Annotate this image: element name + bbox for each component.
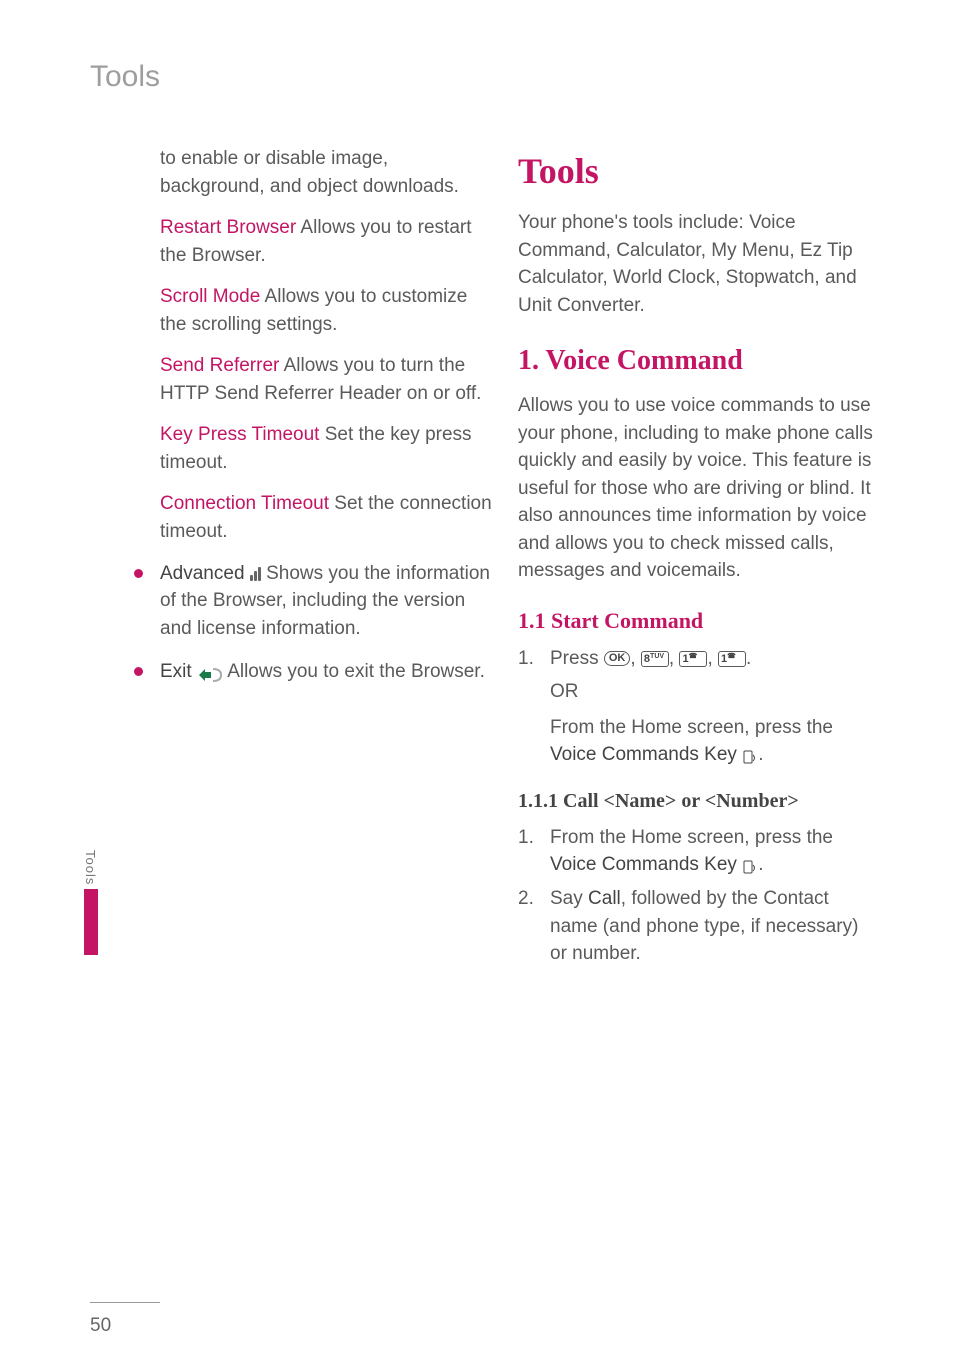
exit-arrow-icon — [197, 664, 223, 680]
voice-command-title: 1. Voice Command — [518, 341, 880, 382]
step-number: 1. — [518, 645, 534, 673]
call-name-number-title: 1.1.1 Call <Name> or <Number> — [518, 787, 880, 816]
send-referrer-label: Send Referrer — [160, 355, 279, 376]
connection-timeout-label: Connection Timeout — [160, 493, 329, 514]
intro-fragment: to enable or disable image, background, … — [160, 145, 492, 200]
s2a-text: Say — [550, 888, 588, 909]
step-number: 1. — [518, 824, 534, 852]
one-key-icon: 1☎ — [718, 651, 746, 667]
page-header: Tools — [90, 60, 160, 94]
page-number: 50 — [90, 1315, 111, 1337]
bullet-icon — [134, 667, 143, 676]
start-command-title: 1.1 Start Command — [518, 605, 880, 637]
voice-commands-key-label: Voice Commands Key — [550, 854, 742, 875]
restart-browser-label: Restart Browser — [160, 217, 296, 238]
voice-commands-key-label: Voice Commands Key — [550, 744, 742, 765]
scroll-mode-label: Scroll Mode — [160, 286, 260, 307]
tools-intro: Your phone's tools include: Voice Comman… — [518, 209, 880, 319]
press-text: Press — [550, 648, 604, 669]
one-key-icon: 1☎ — [679, 651, 707, 667]
eight-key-icon: 8TUV — [641, 651, 669, 667]
left-column: to enable or disable image, background, … — [130, 145, 492, 974]
step-1-home: 1. From the Home screen, press the Voice… — [518, 824, 880, 879]
exit-label: Exit — [160, 661, 197, 682]
voice-key-icon — [742, 857, 758, 873]
ok-key-icon: OK — [604, 651, 631, 666]
voice-command-body: Allows you to use voice commands to use … — [518, 392, 880, 585]
or-text: OR — [550, 678, 880, 706]
key-press-timeout-label: Key Press Timeout — [160, 424, 319, 445]
side-tab: Tools — [84, 850, 98, 955]
step-1-press: 1. Press OK, 8TUV, 1☎, 1☎. OR From the H… — [518, 645, 880, 769]
voice-key-icon — [742, 747, 758, 763]
right-column: Tools Your phone's tools include: Voice … — [518, 145, 880, 974]
side-tab-label: Tools — [83, 850, 98, 889]
s1-text: From the Home screen, press the — [550, 827, 833, 848]
side-tab-indicator — [84, 889, 98, 955]
call-word: Call — [588, 888, 621, 909]
step-number: 2. — [518, 885, 534, 913]
footer-divider — [90, 1302, 160, 1303]
advanced-label: Advanced — [160, 563, 250, 584]
tools-main-title: Tools — [518, 145, 880, 197]
step-2-say-call: 2. Say Call, followed by the Contact nam… — [518, 885, 880, 968]
exit-body: Allows you to exit the Browser. — [227, 661, 485, 682]
bullet-icon — [134, 569, 143, 578]
from-home-text: From the Home screen, press the — [550, 717, 833, 738]
info-bars-icon — [250, 567, 261, 581]
